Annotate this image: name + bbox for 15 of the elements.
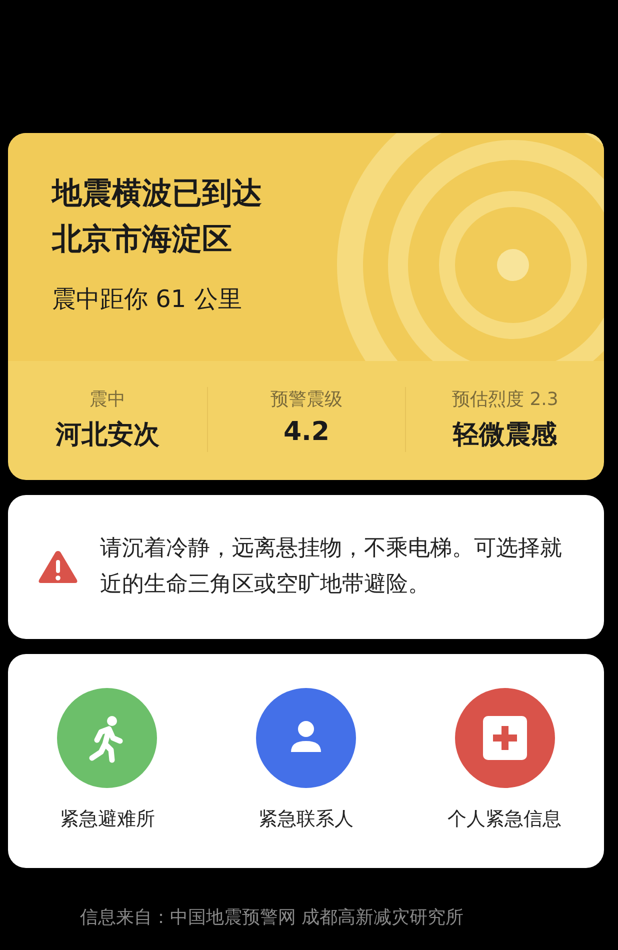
stat-value: 河北安次 [55,419,160,452]
stat-label: 震中 [89,388,126,411]
stat-label: 预警震级 [270,388,342,411]
stat-label: 预估烈度 2.3 [452,388,558,411]
source-text: 信息来自：中国地震预警网 成都高新减灾研究所 [80,906,465,929]
warning-icon [38,549,78,585]
action-label[interactable]: 个人紧急信息 [448,806,562,832]
alert-title: 地震横波已到达 [52,175,262,213]
stat-value: 轻微震感 [453,419,558,452]
distance-text: 震中距你 61 公里 [52,284,242,315]
alert-title: 北京市海淀区 [52,221,232,259]
action-label[interactable]: 紧急避难所 [60,806,155,832]
advice-text: 请沉着冷静，远离悬挂物，不乘电梯。可选择就近的生命三角区或空旷地带避险。 [100,535,563,599]
action-label[interactable]: 紧急联系人 [258,806,354,832]
stat-value: 4.2 [283,417,330,447]
